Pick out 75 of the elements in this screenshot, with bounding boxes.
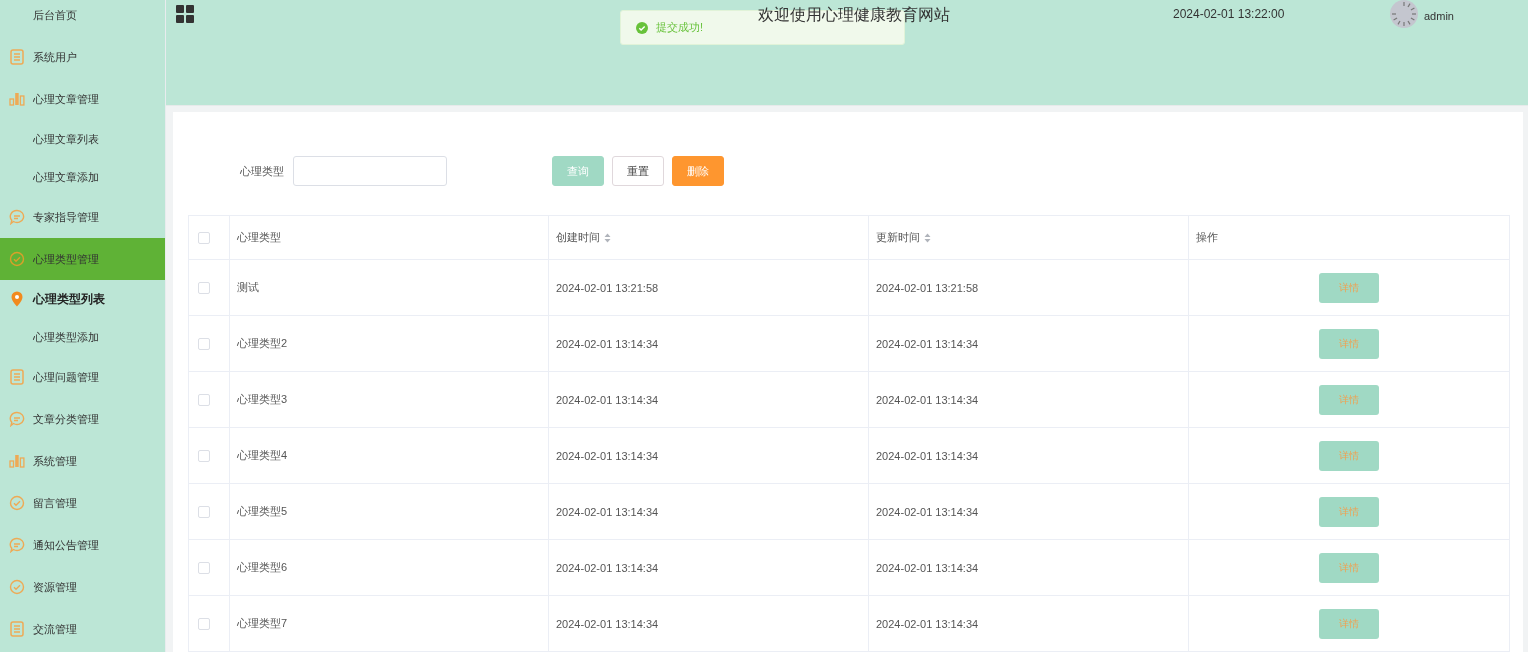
check-circle-icon (8, 251, 25, 267)
document-icon (9, 49, 24, 65)
table-cell: 2024-02-01 13:14:34 (556, 337, 659, 350)
username[interactable]: admin (1424, 10, 1454, 22)
sidebar-subitem[interactable]: 心理文章列表 (0, 120, 165, 158)
sidebar-subitem[interactable]: 心理类型添加 (0, 318, 165, 356)
sort-icon[interactable] (604, 233, 611, 244)
column-label: 创建时间 (556, 231, 600, 243)
check-circle-icon (8, 579, 25, 595)
sidebar-item[interactable]: 心理类型管理 (0, 238, 165, 280)
sidebar-item[interactable]: 文章分类管理 (0, 398, 165, 440)
select-all-checkbox[interactable] (198, 231, 210, 244)
avatar-icon[interactable] (1390, 0, 1418, 28)
table-cell: 心理类型7 (237, 617, 288, 629)
bar-chart-icon (8, 92, 25, 106)
table-cell: 2024-02-01 13:14:34 (556, 449, 659, 462)
grid-menu-icon[interactable] (176, 5, 194, 23)
sidebar-item[interactable]: 交流管理 (0, 608, 165, 650)
table-cell: 2024-02-01 13:14:34 (556, 393, 659, 406)
row-checkbox[interactable] (198, 505, 210, 518)
filter-label: 心理类型 (240, 163, 284, 179)
sidebar-item[interactable]: 心理文章管理 (0, 78, 165, 120)
sidebar-subitem[interactable]: 心理类型列表 (0, 280, 165, 318)
row-checkbox[interactable] (198, 617, 210, 630)
row-checkbox[interactable] (198, 449, 210, 462)
search-field[interactable] (293, 156, 447, 186)
sidebar-item[interactable]: 系统用户 (0, 36, 165, 78)
table-cell: 心理类型4 (237, 449, 288, 461)
row-checkbox[interactable] (198, 337, 210, 350)
check-circle-icon (8, 495, 25, 511)
sidebar-item[interactable]: 通知公告管理 (0, 524, 165, 566)
table-cell: 心理类型3 (237, 393, 288, 405)
row-checkbox[interactable] (198, 281, 210, 294)
reset-button[interactable]: 重置 (612, 156, 664, 186)
chat-bubble-icon (8, 209, 25, 225)
sidebar-item[interactable]: 资源管理 (0, 566, 165, 608)
column-label: 更新时间 (876, 231, 920, 243)
table-cell: 2024-02-01 13:14:34 (556, 617, 659, 630)
column-label: 操作 (1196, 231, 1218, 243)
table-cell: 2024-02-01 13:14:34 (876, 505, 979, 518)
location-pin-icon (10, 291, 23, 307)
table-cell: 2024-02-01 13:14:34 (876, 393, 979, 406)
table-cell: 测试 (237, 281, 259, 293)
table-cell: 2024-02-01 13:21:58 (876, 281, 979, 294)
table-cell: 心理类型6 (237, 561, 288, 573)
toast-message: 提交成功! (656, 20, 704, 35)
sidebar-item[interactable]: 心理问题管理 (0, 356, 165, 398)
table-cell: 2024-02-01 13:14:34 (876, 449, 979, 462)
datetime-text: 2024-02-01 13:22:00 (1173, 7, 1285, 21)
column-header[interactable]: 创建时间 (548, 215, 869, 260)
table-cell: 心理类型5 (237, 505, 288, 517)
table-cell: 心理类型2 (237, 337, 288, 349)
sidebar-item[interactable]: 后台首页 (0, 0, 165, 36)
document-icon (9, 621, 24, 637)
sidebar-item[interactable]: 系统管理 (0, 440, 165, 482)
sidebar-item[interactable]: 留言管理 (0, 482, 165, 524)
column-header[interactable]: 更新时间 (868, 215, 1189, 260)
chat-bubble-icon (8, 411, 25, 427)
chat-bubble-icon (8, 537, 25, 553)
success-check-icon (636, 21, 648, 34)
sidebar-subitem[interactable]: 心理文章添加 (0, 158, 165, 196)
row-checkbox[interactable] (198, 561, 210, 574)
table-cell: 2024-02-01 13:14:34 (556, 505, 659, 518)
column-label: 心理类型 (237, 231, 281, 243)
sort-icon[interactable] (924, 233, 931, 244)
table-cell: 2024-02-01 13:14:34 (876, 617, 979, 630)
row-checkbox[interactable] (198, 393, 210, 406)
bar-chart-icon (8, 454, 25, 468)
site-title: 欢迎使用心理健康教育网站 (758, 5, 950, 25)
table-cell: 2024-02-01 13:14:34 (876, 561, 979, 574)
sidebar-item[interactable]: 专家指导管理 (0, 196, 165, 238)
table-cell: 2024-02-01 13:14:34 (556, 561, 659, 574)
table-cell: 2024-02-01 13:14:34 (876, 337, 979, 350)
table-cell: 2024-02-01 13:21:58 (556, 281, 659, 294)
document-icon (9, 369, 24, 385)
